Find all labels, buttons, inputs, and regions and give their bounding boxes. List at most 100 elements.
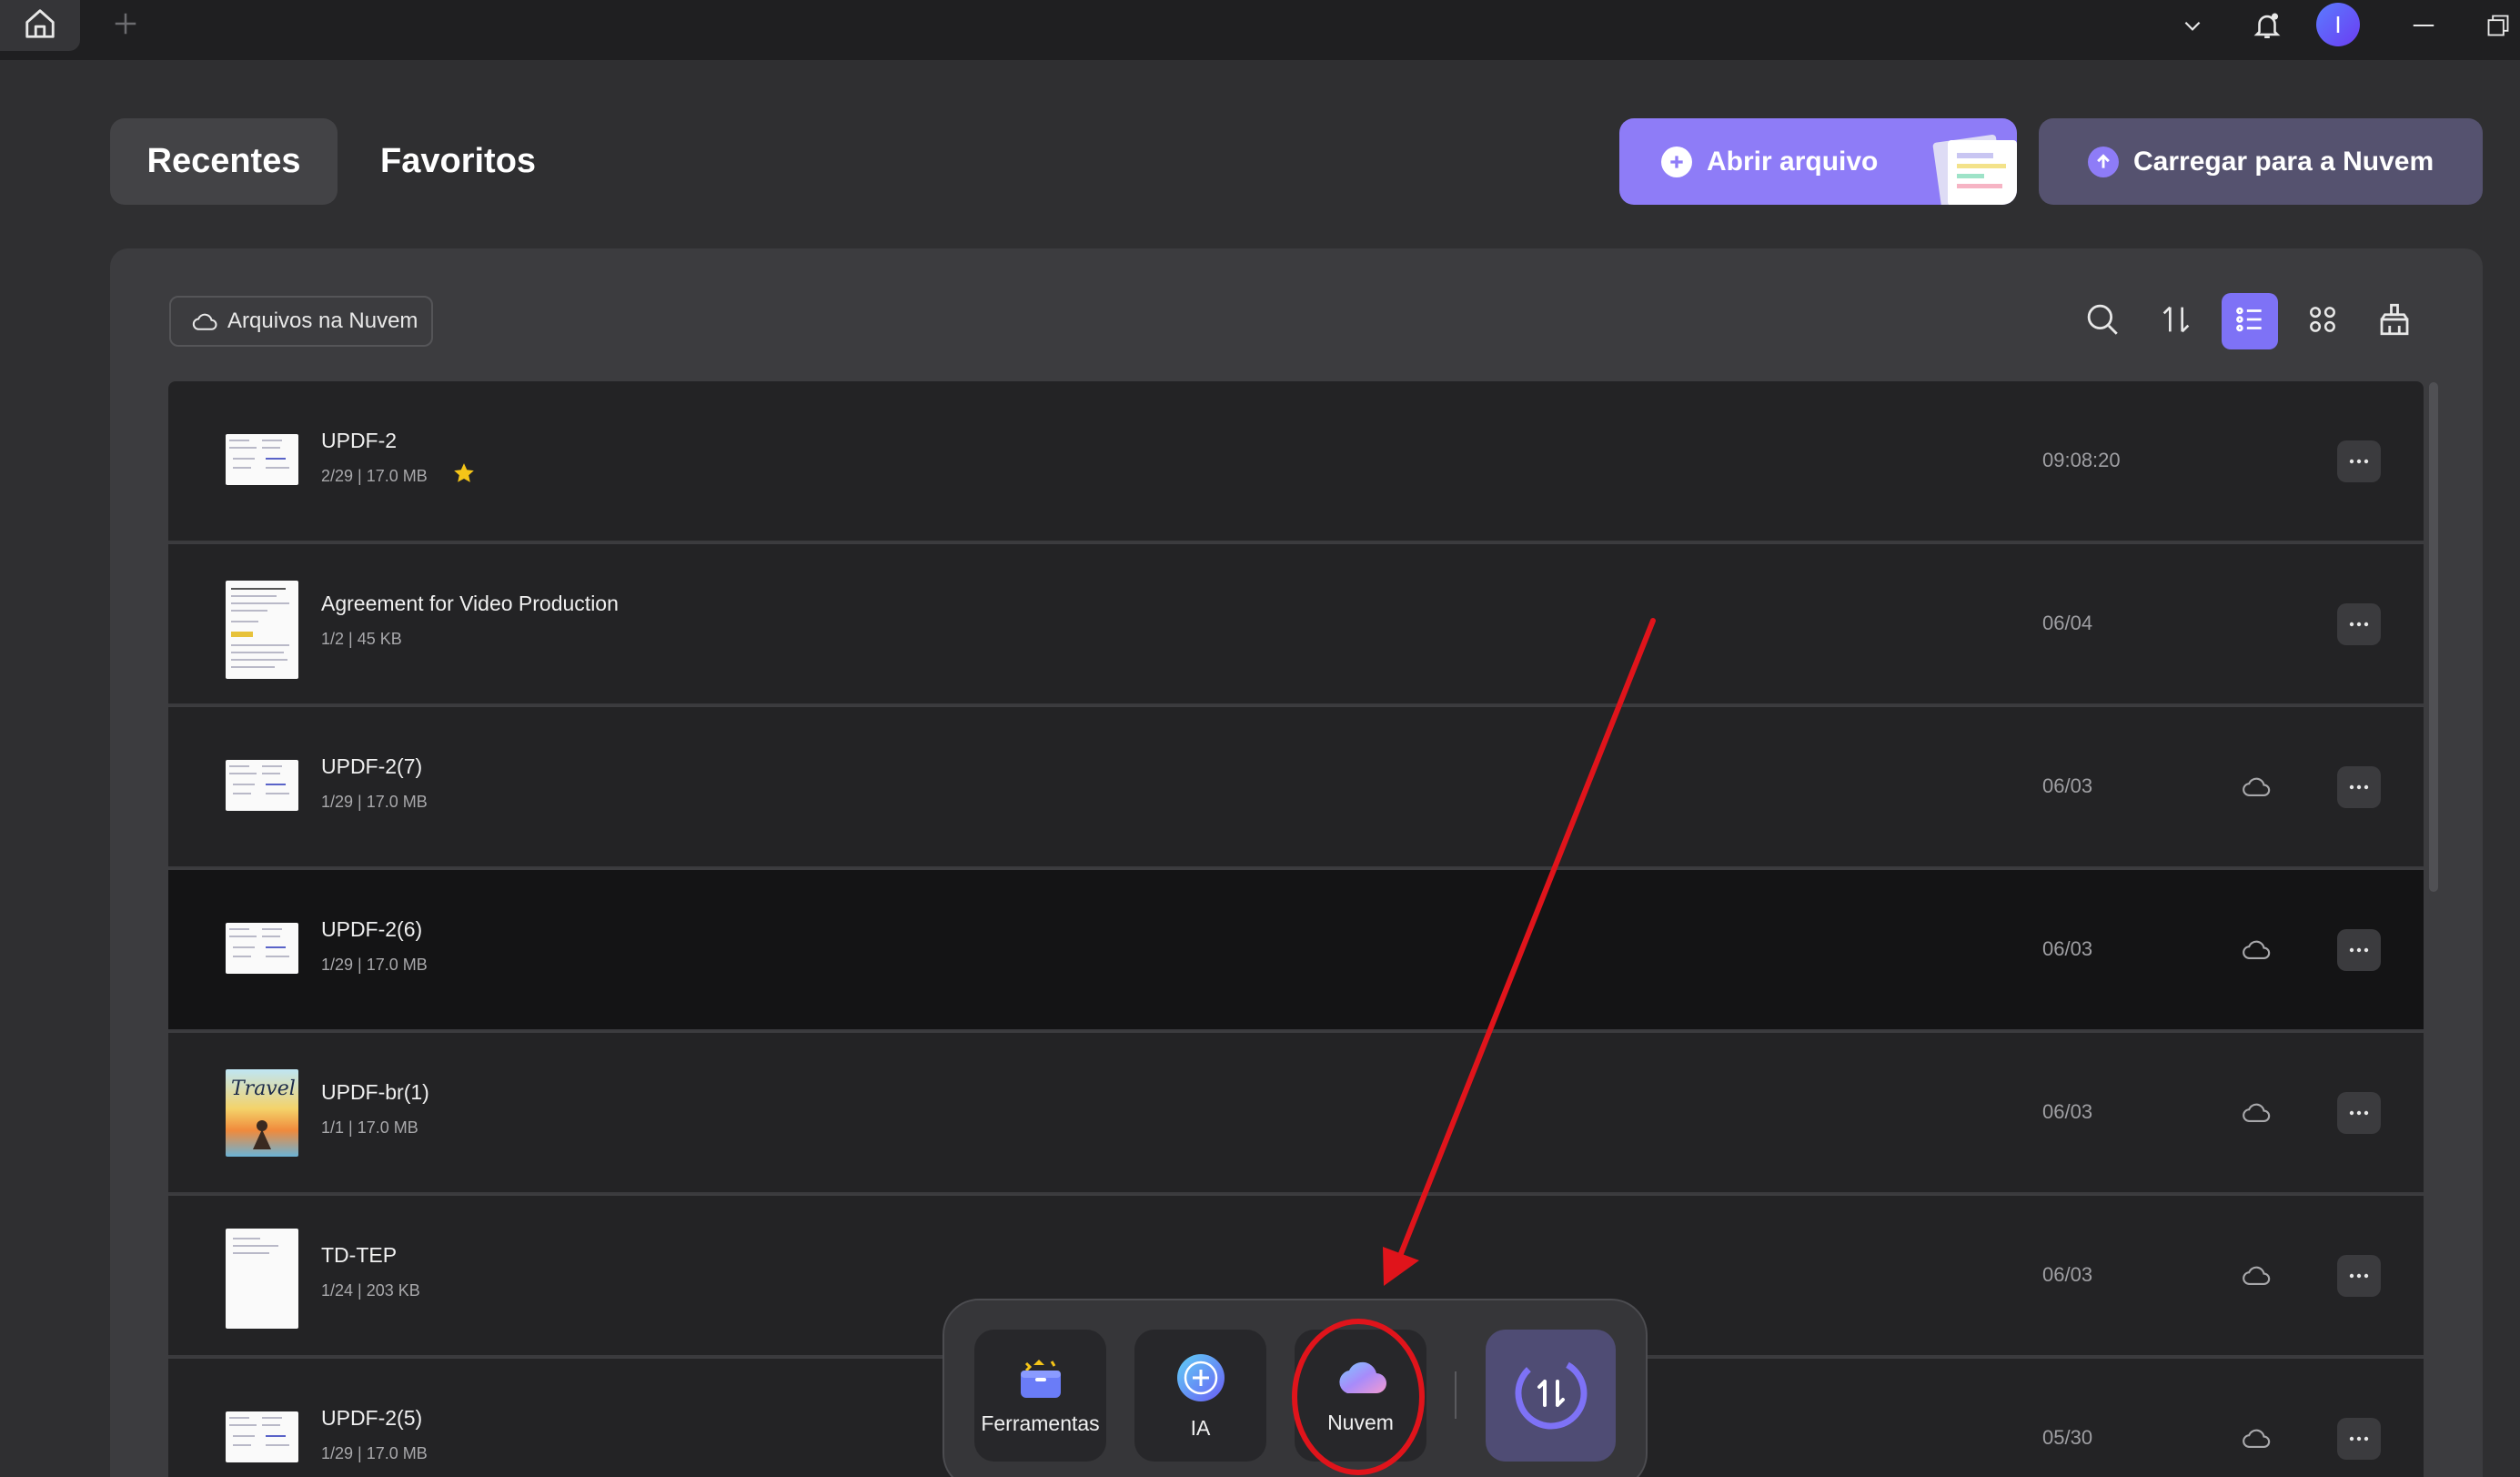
dock-separator bbox=[1455, 1371, 1457, 1419]
cloud-icon bbox=[1333, 1357, 1389, 1403]
more-horizontal-icon bbox=[2348, 779, 2370, 795]
list-scrollbar[interactable] bbox=[2429, 382, 2438, 892]
file-meta: 1/29 | 17.0 MB bbox=[321, 1444, 428, 1462]
file-date: 06/03 bbox=[2042, 774, 2093, 797]
avatar-initial: I bbox=[2334, 10, 2342, 38]
cloud-icon bbox=[191, 309, 218, 333]
file-row[interactable]: UPDF-2(6) 1/29 | 17.0 MB 06/03 bbox=[168, 870, 2424, 1031]
more-horizontal-icon bbox=[2348, 453, 2370, 470]
more-options-button[interactable] bbox=[2337, 766, 2381, 808]
dock-cloud-button[interactable]: Nuvem bbox=[1295, 1330, 1426, 1462]
documents-illustration-icon bbox=[1917, 131, 2017, 205]
file-meta: 1/24 | 203 KB bbox=[321, 1281, 420, 1300]
tab-favoritos[interactable]: Favoritos bbox=[380, 118, 536, 205]
more-options-button[interactable] bbox=[2337, 440, 2381, 482]
more-options-button[interactable] bbox=[2337, 1255, 2381, 1297]
sort-icon bbox=[2158, 301, 2194, 342]
minimize-button[interactable] bbox=[2402, 5, 2445, 49]
cloud-synced-icon bbox=[2241, 773, 2272, 804]
avatar[interactable]: I bbox=[2316, 3, 2360, 46]
file-name: UPDF-2 bbox=[321, 429, 398, 452]
more-options-button[interactable] bbox=[2337, 1418, 2381, 1460]
cover-title-text: Travel bbox=[231, 1077, 296, 1100]
star-icon[interactable] bbox=[452, 461, 476, 490]
file-meta: 2/29 | 17.0 MB bbox=[321, 467, 428, 485]
plus-circle-icon bbox=[1661, 146, 1692, 177]
grid-view-icon bbox=[2305, 302, 2340, 341]
cloud-synced-icon bbox=[2241, 1098, 2272, 1130]
file-thumbnail bbox=[226, 760, 298, 811]
sync-icon bbox=[1512, 1354, 1590, 1437]
dropdown-button[interactable] bbox=[2171, 5, 2214, 49]
file-thumbnail bbox=[226, 1411, 298, 1462]
search-icon bbox=[2083, 300, 2122, 343]
more-options-button[interactable] bbox=[2337, 929, 2381, 971]
upload-to-cloud-button[interactable]: Carregar para a Nuvem bbox=[2039, 118, 2483, 205]
file-row[interactable]: Agreement for Video Production 1/2 | 45 … bbox=[168, 544, 2424, 705]
file-meta: 1/2 | 45 KB bbox=[321, 630, 402, 648]
bell-icon bbox=[2252, 10, 2283, 46]
upload-arrow-icon bbox=[2088, 146, 2119, 177]
more-horizontal-icon bbox=[2348, 942, 2370, 958]
upload-to-cloud-label: Carregar para a Nuvem bbox=[2133, 146, 2434, 177]
broom-icon bbox=[2375, 300, 2414, 343]
sort-button[interactable] bbox=[2148, 293, 2204, 349]
file-name: UPDF-2(7) bbox=[321, 754, 423, 778]
file-date: 06/03 bbox=[2042, 937, 2093, 960]
file-row[interactable]: UPDF-2(7) 1/29 | 17.0 MB 06/03 bbox=[168, 707, 2424, 868]
title-bar: I bbox=[0, 0, 2520, 60]
ai-assistant-icon bbox=[1174, 1351, 1227, 1409]
file-thumbnail bbox=[226, 581, 298, 679]
dock-tools-button[interactable]: Ferramentas bbox=[974, 1330, 1106, 1462]
open-file-label: Abrir arquivo bbox=[1707, 146, 1879, 177]
cloud-synced-icon bbox=[2241, 936, 2272, 967]
more-horizontal-icon bbox=[2348, 616, 2370, 632]
file-name: TD-TEP bbox=[321, 1243, 398, 1267]
more-options-button[interactable] bbox=[2337, 1092, 2381, 1134]
home-icon bbox=[23, 6, 57, 46]
minimize-icon bbox=[2410, 12, 2437, 44]
open-file-button[interactable]: Abrir arquivo bbox=[1619, 118, 2017, 205]
file-name: UPDF-2(5) bbox=[321, 1406, 423, 1430]
more-horizontal-icon bbox=[2348, 1431, 2370, 1447]
file-row[interactable]: UPDF-2 2/29 | 17.0 MB 09:08:20 bbox=[168, 381, 2424, 542]
list-view-button[interactable] bbox=[2222, 293, 2278, 349]
file-date: 06/03 bbox=[2042, 1100, 2093, 1123]
file-date: 09:08:20 bbox=[2042, 449, 2121, 471]
more-horizontal-icon bbox=[2348, 1268, 2370, 1284]
more-options-button[interactable] bbox=[2337, 603, 2381, 645]
restore-icon bbox=[2485, 13, 2511, 43]
tab-recentes[interactable]: Recentes bbox=[110, 118, 338, 205]
file-date: 06/04 bbox=[2042, 612, 2093, 634]
home-tab[interactable] bbox=[0, 0, 80, 51]
notifications-button[interactable] bbox=[2245, 5, 2289, 49]
dock-ai-label: IA bbox=[1190, 1415, 1211, 1440]
restore-button[interactable] bbox=[2476, 5, 2520, 49]
file-thumbnail: Travel bbox=[226, 1069, 298, 1157]
file-date: 05/30 bbox=[2042, 1426, 2093, 1449]
file-thumbnail bbox=[226, 923, 298, 974]
dock-sync-button[interactable] bbox=[1486, 1330, 1616, 1462]
clear-history-button[interactable] bbox=[2366, 293, 2423, 349]
file-meta: 1/1 | 17.0 MB bbox=[321, 1118, 418, 1137]
new-tab-button[interactable] bbox=[107, 7, 144, 44]
more-horizontal-icon bbox=[2348, 1105, 2370, 1121]
cloud-files-label: Arquivos na Nuvem bbox=[227, 309, 418, 333]
cloud-synced-icon bbox=[2241, 1424, 2272, 1456]
dock-cloud-label: Nuvem bbox=[1327, 1410, 1394, 1434]
file-thumbnail bbox=[226, 434, 298, 485]
dock-tools-label: Ferramentas bbox=[981, 1411, 1100, 1435]
file-name: UPDF-br(1) bbox=[321, 1080, 429, 1104]
grid-view-button[interactable] bbox=[2294, 293, 2351, 349]
plus-icon bbox=[112, 10, 139, 42]
search-button[interactable] bbox=[2074, 293, 2131, 349]
file-thumbnail bbox=[226, 1229, 298, 1329]
cloud-synced-icon bbox=[2241, 1261, 2272, 1293]
cloud-files-filter[interactable]: Arquivos na Nuvem bbox=[169, 296, 433, 347]
file-name: Agreement for Video Production bbox=[321, 592, 619, 615]
file-meta: 1/29 | 17.0 MB bbox=[321, 793, 428, 811]
toolbox-icon bbox=[1017, 1356, 1064, 1404]
dock-ai-button[interactable]: IA bbox=[1134, 1330, 1266, 1462]
file-row[interactable]: Travel UPDF-br(1) 1/1 | 17.0 MB 06/03 bbox=[168, 1033, 2424, 1194]
file-name: UPDF-2(6) bbox=[321, 917, 423, 941]
